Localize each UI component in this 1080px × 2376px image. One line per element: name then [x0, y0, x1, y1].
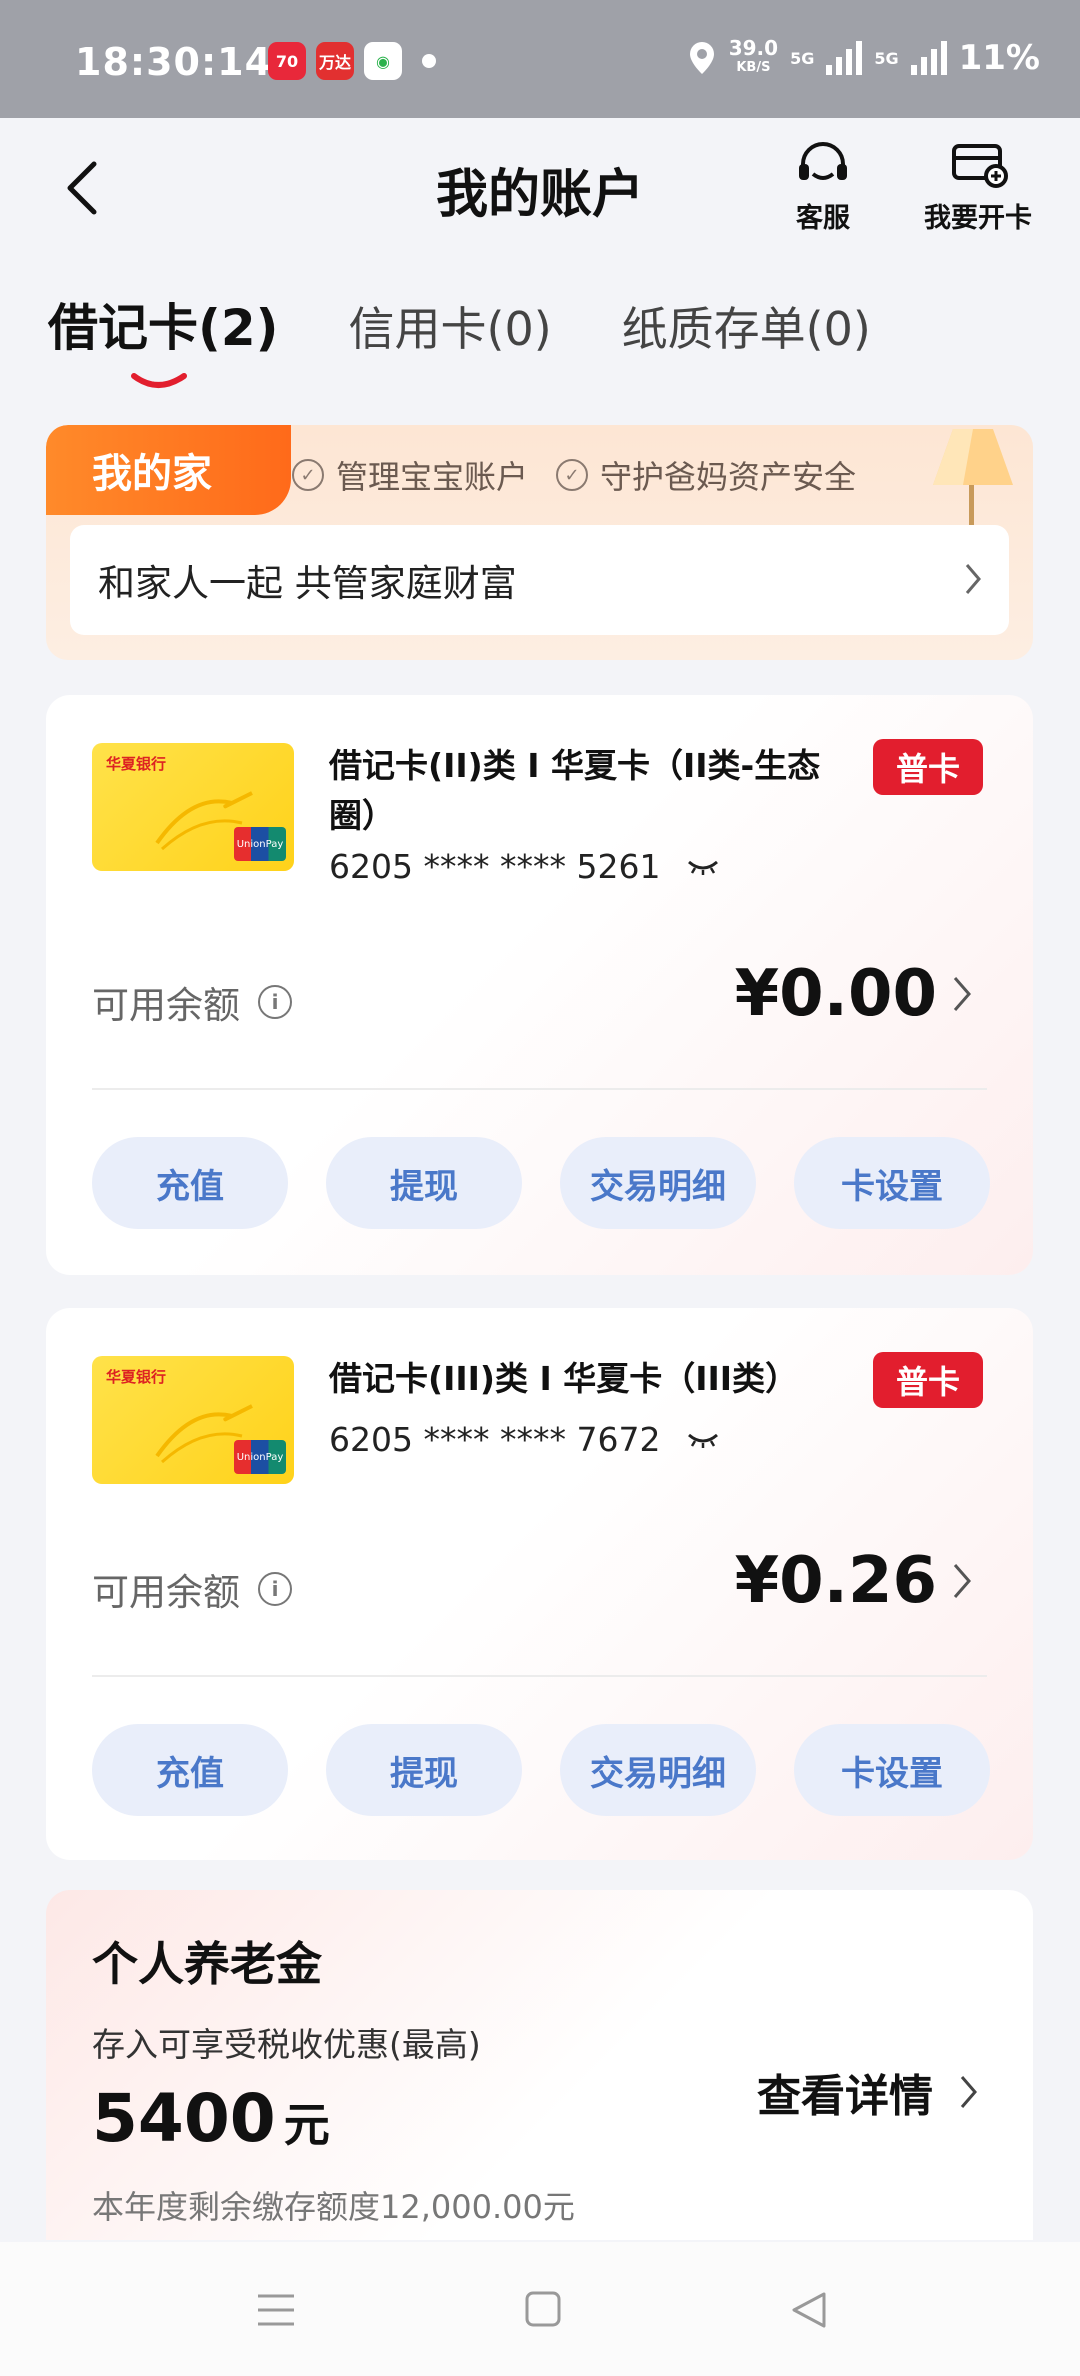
back-triangle-icon[interactable] — [790, 2290, 828, 2330]
family-feature: ✓ 管理宝宝账户 — [292, 452, 528, 498]
account-tabs: 借记卡(2) 信用卡(0) 纸质存单(0) — [48, 288, 871, 388]
lamp-illustration-icon — [933, 429, 1013, 525]
network-type: 5G — [790, 48, 815, 68]
customer-service-label: 客服 — [796, 203, 850, 234]
divider — [92, 1088, 987, 1090]
family-entry[interactable]: 和家人一起 共管家庭财富 — [70, 525, 1009, 635]
app-notification-icon: 万达 — [316, 42, 354, 80]
balance-amount[interactable]: ¥0.26 — [735, 1544, 973, 1618]
signal-icon — [826, 41, 863, 75]
open-card-button[interactable]: 我要开卡 — [918, 140, 1038, 235]
family-tag: 我的家 — [46, 425, 291, 515]
debit-card-item[interactable]: 华夏银行 UnionPay 借记卡(III)类 I 华夏卡（III类） 6205… — [46, 1308, 1033, 1860]
transaction-details-button[interactable]: 交易明细 — [560, 1724, 756, 1816]
recharge-button[interactable]: 充值 — [92, 1137, 288, 1229]
pension-title: 个人养老金 — [92, 1937, 322, 1991]
card-actions: 充值 提现 交易明细 卡设置 — [92, 1724, 990, 1816]
card-level-badge: 普卡 — [873, 1352, 983, 1408]
bank-card-image: 华夏银行 UnionPay — [92, 1356, 294, 1484]
unionpay-logo-icon: UnionPay — [234, 1440, 286, 1474]
recharge-button[interactable]: 充值 — [92, 1724, 288, 1816]
unionpay-logo-icon: UnionPay — [234, 827, 286, 861]
status-app-icons: 70 万达 ◉ — [268, 42, 436, 80]
divider — [92, 1675, 987, 1677]
bank-logo: 华夏银行 — [106, 1368, 167, 1386]
tab-debit-card[interactable]: 借记卡(2) — [48, 288, 279, 388]
card-settings-button[interactable]: 卡设置 — [794, 1137, 990, 1229]
home-icon[interactable] — [524, 2290, 562, 2328]
card-name: 借记卡(II)类 I 华夏卡（II类-生态圈） — [329, 746, 821, 835]
family-slogan: 和家人一起 共管家庭财富 — [98, 562, 517, 605]
eye-closed-icon[interactable] — [686, 1431, 720, 1449]
family-features: ✓ 管理宝宝账户 ✓ 守护爸妈资产安全 — [292, 452, 856, 498]
network-speed: 39.0 KB/S — [728, 36, 779, 75]
chevron-right-icon — [953, 1564, 971, 1598]
card-settings-button[interactable]: 卡设置 — [794, 1724, 990, 1816]
family-banner[interactable]: 我的家 ✓ 管理宝宝账户 ✓ 守护爸妈资产安全 和家人一起 共管家庭财富 — [46, 425, 1033, 660]
check-circle-icon: ✓ — [292, 459, 324, 491]
info-icon[interactable]: i — [258, 985, 292, 1019]
withdraw-button[interactable]: 提现 — [326, 1724, 522, 1816]
add-card-icon — [952, 144, 1008, 188]
chevron-right-icon — [965, 564, 981, 594]
card-number: 6205 **** **** 5261 — [329, 847, 720, 886]
status-time: 18:30:14 — [75, 40, 273, 84]
app-notification-icon: ◉ — [364, 42, 402, 80]
system-nav-bar — [0, 2242, 1080, 2376]
withdraw-button[interactable]: 提现 — [326, 1137, 522, 1229]
card-name: 借记卡(III)类 I 华夏卡（III类） — [329, 1359, 799, 1398]
network-type: 5G — [874, 48, 899, 68]
bank-card-image: 华夏银行 UnionPay — [92, 743, 294, 871]
open-card-label: 我要开卡 — [924, 203, 1032, 234]
app-header: 我的账户 客服 我要开卡 — [0, 118, 1080, 258]
card-number: 6205 **** **** 7672 — [329, 1420, 720, 1459]
pension-quota: 本年度剩余缴存额度12,000.00元 — [92, 2188, 575, 2226]
pension-amount: 5400 元 — [92, 2080, 330, 2157]
check-circle-icon: ✓ — [556, 459, 589, 491]
status-bar: 18:30:14 70 万达 ◉ 39.0 KB/S 5G 5G 11% — [0, 0, 1080, 118]
info-icon[interactable]: i — [258, 1572, 292, 1606]
customer-service-button[interactable]: 客服 — [778, 140, 868, 235]
chevron-right-icon — [953, 977, 971, 1011]
status-indicators: 39.0 KB/S 5G 5G 11% — [687, 38, 1040, 78]
pension-subtitle: 存入可享受税收优惠(最高) — [92, 2025, 481, 2064]
tab-credit-card[interactable]: 信用卡(0) — [349, 293, 552, 359]
debit-card-item[interactable]: 华夏银行 UnionPay 借记卡(II)类 I 华夏卡（II类-生态圈） 62… — [46, 695, 1033, 1275]
family-feature: ✓ 守护爸妈资产安全 — [556, 452, 856, 498]
view-details-link[interactable]: 查看详情 — [757, 2060, 979, 2124]
menu-icon[interactable] — [256, 2290, 296, 2330]
headset-icon — [799, 142, 847, 180]
balance-label: 可用余额 i — [92, 1562, 292, 1616]
signal-icon — [910, 41, 947, 75]
tab-paper-deposit[interactable]: 纸质存单(0) — [622, 293, 871, 359]
bank-logo: 华夏银行 — [106, 755, 167, 773]
location-icon — [689, 42, 714, 74]
pension-section[interactable]: 个人养老金 存入可享受税收优惠(最高) 5400 元 查看详情 本年度剩余缴存额度… — [46, 1890, 1033, 2240]
eye-closed-icon[interactable] — [686, 858, 720, 876]
card-level-badge: 普卡 — [873, 739, 983, 795]
battery-level: 11% — [958, 38, 1040, 78]
active-tab-indicator — [131, 373, 187, 388]
balance-label: 可用余额 i — [92, 975, 292, 1029]
chevron-right-icon — [960, 2076, 977, 2108]
app-notification-icon: 70 — [268, 42, 306, 80]
card-actions: 充值 提现 交易明细 卡设置 — [92, 1137, 990, 1229]
balance-amount[interactable]: ¥0.00 — [735, 957, 973, 1031]
more-notifications-dot — [422, 54, 436, 68]
transaction-details-button[interactable]: 交易明细 — [560, 1137, 756, 1229]
